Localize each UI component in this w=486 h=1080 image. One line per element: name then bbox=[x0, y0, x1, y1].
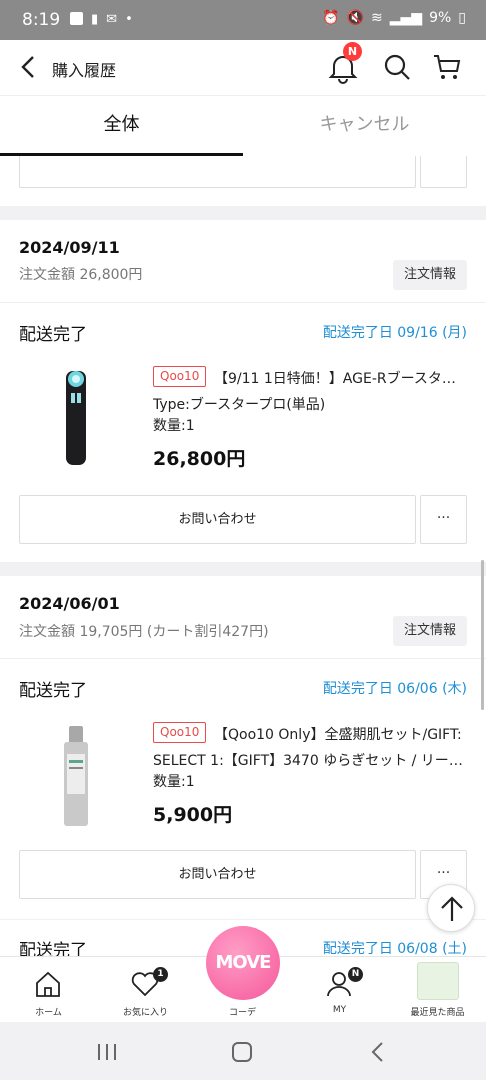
favorites-badge: 1 bbox=[153, 967, 168, 982]
recent-product-thumbnail[interactable] bbox=[417, 962, 459, 1000]
move-button[interactable]: MOVE bbox=[206, 926, 280, 1000]
home-button-icon[interactable] bbox=[231, 1041, 253, 1067]
previous-more-button[interactable] bbox=[420, 156, 467, 188]
nav-recent-label: 最近見た商品 bbox=[410, 1008, 465, 1018]
product-quantity: 数量:1 bbox=[153, 418, 195, 434]
product-image[interactable] bbox=[36, 363, 116, 473]
inquiry-button[interactable]: お問い合わせ bbox=[19, 850, 416, 899]
tab-cancel[interactable]: キャンセル bbox=[243, 96, 486, 156]
product-name[interactable]: 【9/11 1日特価！】AGE-Rブースタープロ bbox=[214, 368, 464, 388]
delivered-date: 配送完了日 09/16 (月) bbox=[322, 325, 467, 341]
order-info-button[interactable]: 注文情報 bbox=[393, 616, 467, 646]
product-option: Type:ブースタープロ(単品) bbox=[153, 397, 326, 413]
nav-favorites-label: お気に入り bbox=[122, 1008, 168, 1018]
scroll-to-top-button[interactable] bbox=[427, 884, 475, 932]
cart-icon[interactable] bbox=[432, 52, 462, 86]
product-option: SELECT 1:【GIFT】3470 ゆらぎセット / リードル bbox=[153, 753, 465, 769]
search-icon[interactable] bbox=[382, 52, 412, 86]
alarm-icon: ⏰ bbox=[322, 10, 340, 26]
order-total: 注文金額 26,800円 bbox=[19, 267, 143, 283]
mail-icon: ✉ bbox=[106, 12, 118, 27]
delivery-status: 配送完了 bbox=[19, 325, 87, 345]
delivered-date: 配送完了日 06/06 (木) bbox=[322, 681, 467, 697]
arrow-up-icon bbox=[441, 896, 463, 921]
shop-badge: Qoo10 bbox=[153, 722, 207, 743]
divider bbox=[0, 658, 486, 659]
order-date: 2024/09/11 bbox=[19, 238, 120, 257]
product-image[interactable] bbox=[36, 722, 116, 832]
status-right-icons: ⏰ 🔇 ≋ ▂▄▆ 9% ▯ bbox=[322, 10, 466, 26]
order-card: 2024/06/01 注文金額 19,705円 (カート割引427円) 注文情報… bbox=[0, 576, 486, 919]
previous-inquiry-button[interactable] bbox=[19, 156, 416, 188]
back-nav-icon[interactable] bbox=[368, 1041, 388, 1067]
signal-icon: ▂▄▆ bbox=[389, 10, 423, 26]
system-nav-bar bbox=[0, 1022, 486, 1080]
top-bar: 購入履歴 bbox=[0, 40, 486, 96]
product-quantity: 数量:1 bbox=[153, 774, 195, 790]
previous-order-card bbox=[0, 156, 486, 206]
delivery-status: 配送完了 bbox=[19, 941, 87, 956]
wifi-icon: ≋ bbox=[371, 10, 383, 26]
battery-text: 9% bbox=[429, 10, 452, 26]
status-time: 8:19 bbox=[22, 10, 61, 30]
order-total: 注文金額 19,705円 (カート割引427円) bbox=[19, 624, 269, 640]
nav-coordinate-label: コーデ bbox=[228, 1008, 256, 1018]
order-list: 2024/09/11 注文金額 26,800円 注文情報 配送完了 配送完了日 … bbox=[0, 156, 486, 956]
tab-bar: 全体 キャンセル bbox=[0, 96, 486, 156]
home-icon bbox=[33, 969, 63, 1003]
recents-icon[interactable] bbox=[96, 1042, 118, 1066]
nav-favorites[interactable]: 1 お気に入り bbox=[97, 957, 194, 1023]
gallery-icon bbox=[70, 12, 83, 25]
nav-my-label: MY bbox=[332, 1005, 347, 1015]
page-title: 購入履歴 bbox=[52, 61, 117, 80]
my-badge: N bbox=[348, 967, 363, 982]
inquiry-button[interactable]: お問い合わせ bbox=[19, 495, 416, 544]
back-icon[interactable] bbox=[18, 54, 40, 84]
order-info-button[interactable]: 注文情報 bbox=[393, 260, 467, 290]
status-left-icons: ▮ ✉ • bbox=[70, 12, 133, 27]
product-price: 26,800円 bbox=[153, 448, 246, 470]
product-price: 5,900円 bbox=[153, 804, 233, 826]
mute-icon: 🔇 bbox=[346, 10, 365, 26]
nav-home[interactable]: ホーム bbox=[0, 957, 97, 1023]
sim-icon: ▮ bbox=[91, 12, 99, 27]
order-card: 2024/09/11 注文金額 26,800円 注文情報 配送完了 配送完了日 … bbox=[0, 220, 486, 562]
more-button[interactable]: ··· bbox=[420, 495, 467, 544]
divider bbox=[0, 302, 486, 303]
battery-icon: ▯ bbox=[458, 10, 466, 26]
scrollbar[interactable] bbox=[481, 560, 484, 710]
status-bar: 8:19 ▮ ✉ • ⏰ 🔇 ≋ ▂▄▆ 9% ▯ bbox=[0, 0, 486, 40]
order-date: 2024/06/01 bbox=[19, 594, 120, 613]
dot-icon: • bbox=[125, 12, 133, 27]
delivered-date: 配送完了日 06/08 (土) bbox=[322, 941, 467, 956]
notification-badge: N bbox=[343, 42, 362, 61]
tab-all[interactable]: 全体 bbox=[0, 96, 243, 156]
product-name[interactable]: 【Qoo10 Only】全盛期肌セット/GIFT: bbox=[214, 724, 464, 744]
nav-home-label: ホーム bbox=[35, 1008, 62, 1018]
delivery-status: 配送完了 bbox=[19, 681, 87, 701]
nav-my[interactable]: N MY bbox=[291, 957, 388, 1023]
shop-badge: Qoo10 bbox=[153, 366, 207, 387]
